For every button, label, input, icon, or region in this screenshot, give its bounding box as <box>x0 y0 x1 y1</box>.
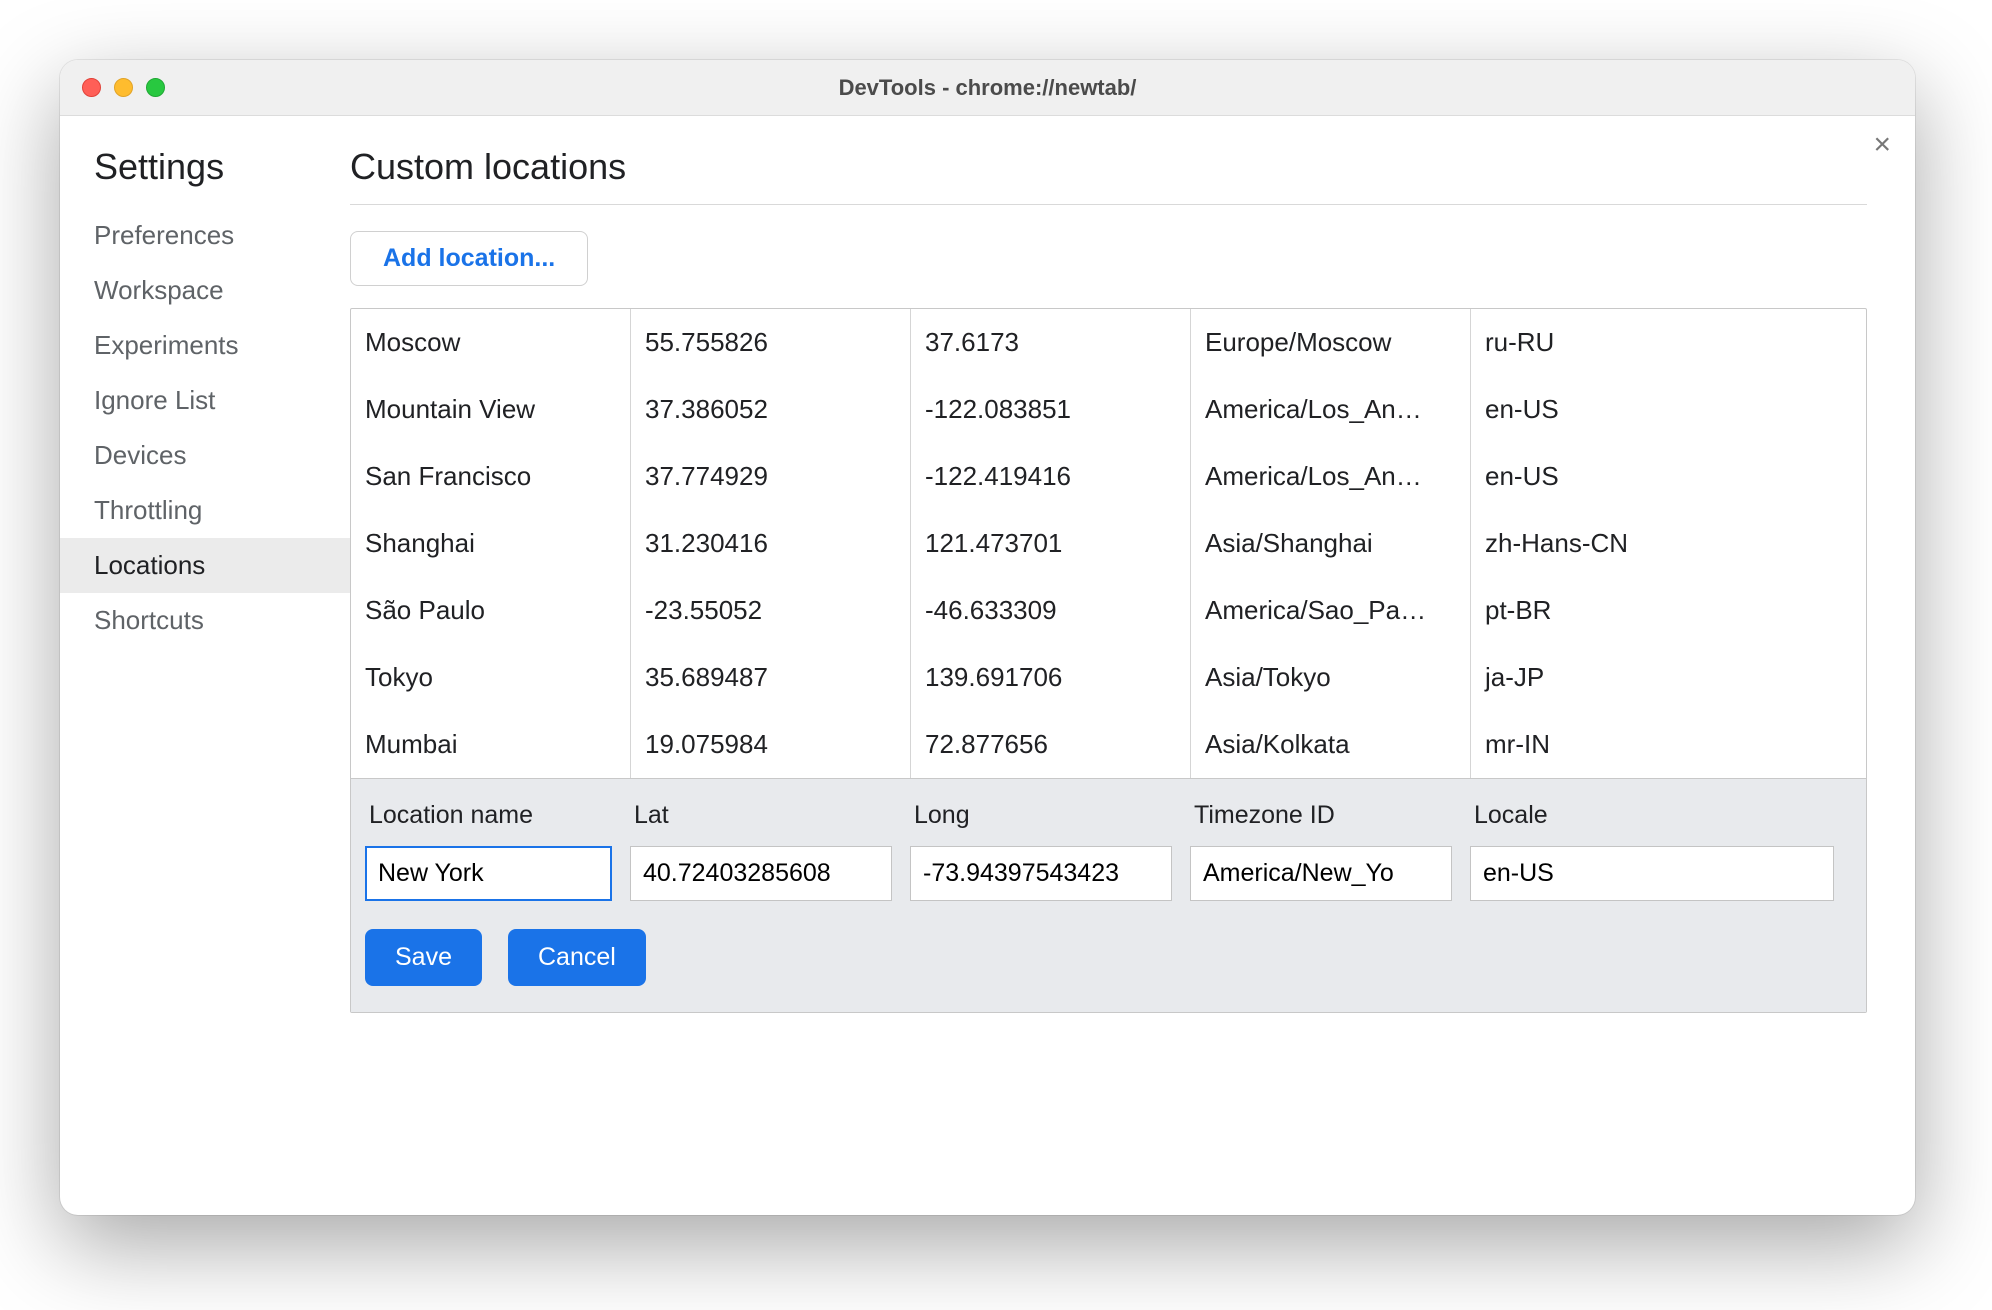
location-cell-lon: -122.419416 <box>911 443 1191 510</box>
editor-header-tz: Timezone ID <box>1190 779 1470 846</box>
window-title: DevTools - chrome://newtab/ <box>60 75 1915 101</box>
location-cell-tz: Asia/Tokyo <box>1191 644 1471 711</box>
location-cell-name: Moscow <box>351 309 631 376</box>
location-row[interactable]: Moscow55.75582637.6173Europe/Moscowru-RU <box>351 309 1866 376</box>
location-cell-tz: America/Los_An… <box>1191 376 1471 443</box>
titlebar: DevTools - chrome://newtab/ <box>60 60 1915 116</box>
locations-table: Moscow55.75582637.6173Europe/Moscowru-RU… <box>350 308 1867 1013</box>
cancel-button[interactable]: Cancel <box>508 929 646 986</box>
location-cell-locale: mr-IN <box>1471 711 1866 778</box>
location-cell-name: Mumbai <box>351 711 631 778</box>
location-cell-lat: -23.55052 <box>631 577 911 644</box>
location-cell-lon: 121.473701 <box>911 510 1191 577</box>
editor-header-locale: Locale <box>1470 779 1852 846</box>
location-cell-tz: America/Sao_Pa… <box>1191 577 1471 644</box>
location-row[interactable]: San Francisco37.774929-122.419416America… <box>351 443 1866 510</box>
sidebar-item-workspace[interactable]: Workspace <box>60 263 350 318</box>
settings-sidebar: Settings PreferencesWorkspaceExperiments… <box>60 116 350 1215</box>
location-row[interactable]: Mumbai19.07598472.877656Asia/Kolkatamr-I… <box>351 711 1866 778</box>
close-settings-button[interactable]: × <box>1873 130 1891 160</box>
sidebar-item-devices[interactable]: Devices <box>60 428 350 483</box>
location-cell-name: Tokyo <box>351 644 631 711</box>
location-cell-lon: 139.691706 <box>911 644 1191 711</box>
location-cell-locale: pt-BR <box>1471 577 1866 644</box>
settings-main: Custom locations Add location... Moscow5… <box>350 116 1915 1215</box>
sidebar-item-throttling[interactable]: Throttling <box>60 483 350 538</box>
editor-header-name: Location name <box>365 779 630 846</box>
location-cell-lat: 37.386052 <box>631 376 911 443</box>
location-cell-name: Shanghai <box>351 510 631 577</box>
location-lon-input[interactable] <box>910 846 1172 901</box>
location-cell-name: Mountain View <box>351 376 631 443</box>
location-cell-lat: 19.075984 <box>631 711 911 778</box>
location-row[interactable]: São Paulo-23.55052-46.633309America/Sao_… <box>351 577 1866 644</box>
sidebar-item-preferences[interactable]: Preferences <box>60 208 350 263</box>
save-button[interactable]: Save <box>365 929 482 986</box>
location-cell-locale: en-US <box>1471 376 1866 443</box>
location-cell-tz: Europe/Moscow <box>1191 309 1471 376</box>
location-row[interactable]: Shanghai31.230416121.473701Asia/Shanghai… <box>351 510 1866 577</box>
location-cell-lon: -46.633309 <box>911 577 1191 644</box>
location-cell-name: São Paulo <box>351 577 631 644</box>
location-cell-lat: 55.755826 <box>631 309 911 376</box>
location-lat-input[interactable] <box>630 846 892 901</box>
location-cell-locale: en-US <box>1471 443 1866 510</box>
sidebar-item-locations[interactable]: Locations <box>60 538 350 593</box>
location-cell-lat: 31.230416 <box>631 510 911 577</box>
location-row[interactable]: Tokyo35.689487139.691706Asia/Tokyoja-JP <box>351 644 1866 711</box>
location-cell-name: San Francisco <box>351 443 631 510</box>
devtools-window: DevTools - chrome://newtab/ × Settings P… <box>60 60 1915 1215</box>
location-cell-lat: 35.689487 <box>631 644 911 711</box>
location-cell-lat: 37.774929 <box>631 443 911 510</box>
sidebar-item-shortcuts[interactable]: Shortcuts <box>60 593 350 648</box>
sidebar-item-ignore-list[interactable]: Ignore List <box>60 373 350 428</box>
location-cell-tz: Asia/Shanghai <box>1191 510 1471 577</box>
location-name-input[interactable] <box>365 846 612 901</box>
location-cell-tz: Asia/Kolkata <box>1191 711 1471 778</box>
page-title: Custom locations <box>350 146 1867 205</box>
location-cell-tz: America/Los_An… <box>1191 443 1471 510</box>
location-editor: Location name Lat Long Timezone ID Local… <box>351 778 1866 1012</box>
location-row[interactable]: Mountain View37.386052-122.083851America… <box>351 376 1866 443</box>
editor-header-lon: Long <box>910 779 1190 846</box>
location-tz-input[interactable] <box>1190 846 1452 901</box>
location-cell-locale: ja-JP <box>1471 644 1866 711</box>
location-cell-lon: -122.083851 <box>911 376 1191 443</box>
location-cell-lon: 72.877656 <box>911 711 1191 778</box>
editor-header-lat: Lat <box>630 779 910 846</box>
sidebar-item-experiments[interactable]: Experiments <box>60 318 350 373</box>
add-location-button[interactable]: Add location... <box>350 231 588 286</box>
location-cell-locale: ru-RU <box>1471 309 1866 376</box>
location-cell-lon: 37.6173 <box>911 309 1191 376</box>
location-locale-input[interactable] <box>1470 846 1834 901</box>
location-cell-locale: zh-Hans-CN <box>1471 510 1866 577</box>
settings-title: Settings <box>60 146 350 208</box>
